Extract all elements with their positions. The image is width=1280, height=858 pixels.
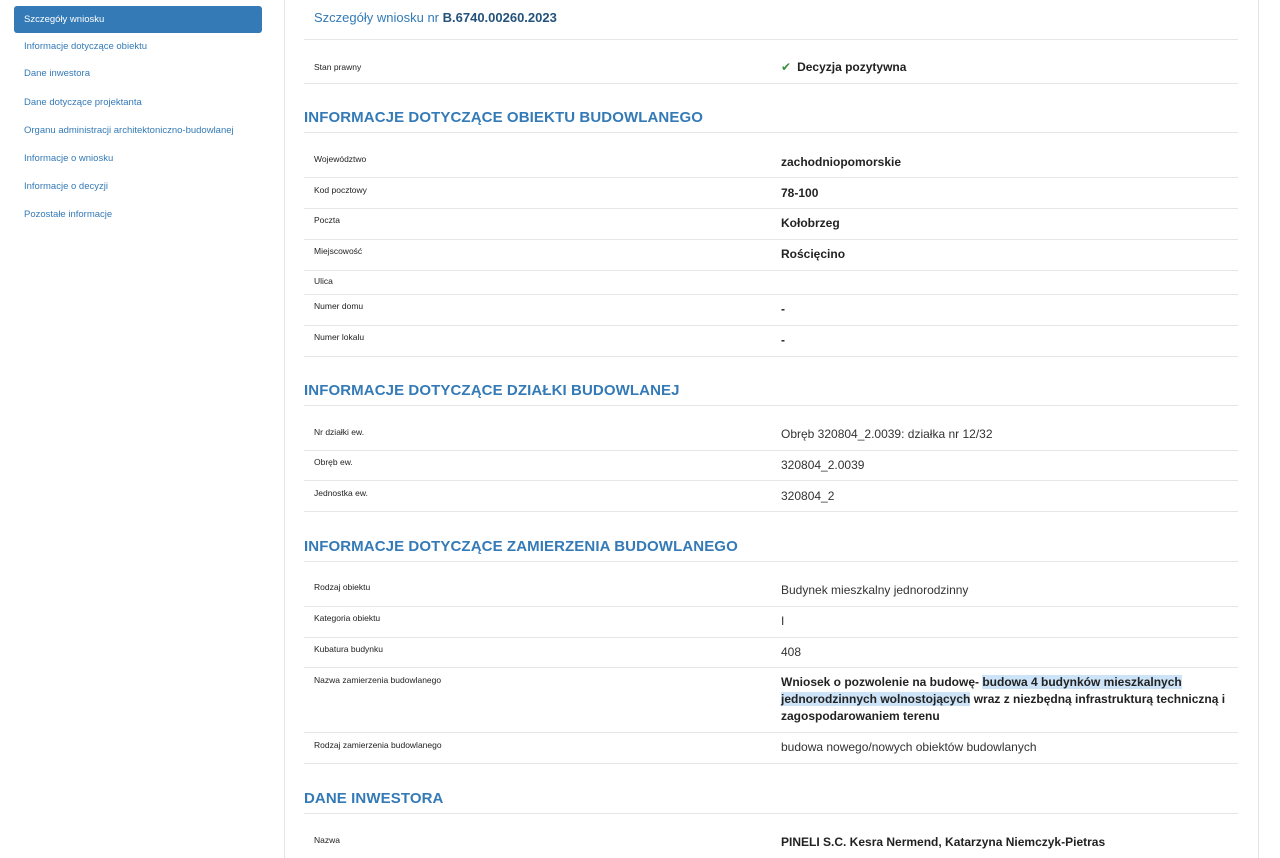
row-value: 78-100 (781, 186, 819, 200)
divider (304, 405, 1238, 406)
divider (304, 208, 1238, 209)
divider (304, 239, 1238, 240)
sidebar-item-application-info[interactable]: Informacje o wniosku (14, 152, 262, 166)
divider (304, 270, 1238, 271)
section-heading-object: INFORMACJE DOTYCZĄCE OBIEKTU BUDOWLANEGO (304, 109, 703, 126)
row-value: 320804_2.0039 (781, 458, 865, 472)
row-label: Nr działki ew. (314, 427, 365, 437)
row-value: Rościęcino (781, 247, 846, 261)
row-label: Miejscowość (314, 246, 363, 256)
section-heading-project: INFORMACJE DOTYCZĄCE ZAMIERZENIA BUDOWLA… (304, 538, 738, 555)
application-number: B.6740.00260.2023 (442, 10, 557, 25)
row-value: zachodniopomorskie (781, 155, 902, 169)
row-label: Rodzaj zamierzenia budowlanego (314, 740, 442, 750)
divider (304, 667, 1238, 668)
divider (304, 637, 1238, 638)
divider (304, 294, 1238, 295)
divider (304, 132, 1238, 133)
divider (304, 763, 1238, 764)
divider (304, 450, 1238, 451)
row-label: Kategoria obiektu (314, 613, 381, 623)
divider (304, 511, 1238, 512)
sidebar: Szczegóły wniosku Informacje dotyczące o… (0, 0, 284, 858)
sidebar-item-investor[interactable]: Dane inwestora (14, 67, 262, 81)
row-value: 320804_2 (781, 489, 835, 503)
row-value: - (781, 302, 785, 316)
divider (304, 325, 1238, 326)
row-value: Kołobrzeg (781, 216, 840, 230)
row-label: Jednostka ew. (314, 488, 368, 498)
row-value: Budynek mieszkalny jednorodzinny (781, 583, 969, 597)
sidebar-item-application-details[interactable]: Szczegóły wniosku (14, 6, 262, 33)
row-value: Obręb 320804_2.0039: działka nr 12/32 (781, 427, 993, 441)
divider (304, 83, 1238, 84)
row-label: Rodzaj obiektu (314, 582, 371, 592)
sidebar-item-other-info[interactable]: Pozostałe informacje (14, 208, 262, 222)
content-right-border (1258, 0, 1259, 858)
row-label: Kod pocztowy (314, 185, 367, 195)
divider (304, 177, 1238, 178)
row-label: Województwo (314, 154, 367, 164)
sidebar-item-decision-info[interactable]: Informacje o decyzji (14, 180, 262, 194)
row-label: Numer lokalu (314, 332, 365, 342)
sidebar-item-designer[interactable]: Dane dotyczące projektanta (14, 96, 262, 110)
page-title-prefix: Szczegóły wniosku nr (314, 10, 443, 25)
row-label: Kubatura budynku (314, 644, 383, 654)
row-label: Nazwa zamierzenia budowlanego (314, 675, 442, 685)
sidebar-item-authority[interactable]: Organu administracji architektoniczno-bu… (14, 124, 262, 138)
status-text: Decyzja pozytywna (797, 60, 907, 74)
row-label: Poczta (314, 215, 340, 225)
sidebar-divider (284, 0, 285, 858)
divider (304, 606, 1238, 607)
sidebar-item-object-info[interactable]: Informacje dotyczące obiektu (14, 40, 262, 54)
divider (304, 732, 1238, 733)
row-label: Ulica (314, 276, 333, 286)
status-value: ✔ Decyzja pozytywna (781, 60, 906, 74)
project-name-part1: Wniosek o pozwolenie na budowę- (781, 675, 983, 689)
divider (304, 356, 1238, 357)
section-heading-investor: DANE INWESTORA (304, 790, 444, 807)
project-name-value: Wniosek o pozwolenie na budowę- budowa 4… (781, 674, 1231, 725)
page-title: Szczegóły wniosku nr B.6740.00260.2023 (314, 10, 557, 25)
divider (304, 813, 1238, 814)
section-heading-plot: INFORMACJE DOTYCZĄCE DZIAŁKI BUDOWLANEJ (304, 382, 680, 399)
divider (304, 480, 1238, 481)
row-value: I (781, 614, 785, 628)
divider (304, 39, 1238, 40)
row-value: 408 (781, 645, 802, 659)
check-icon: ✔ (781, 60, 792, 74)
row-value: PINELI S.C. Kesra Nermend, Katarzyna Nie… (781, 835, 1106, 849)
status-label: Stan prawny (314, 62, 362, 72)
row-label: Nazwa (314, 835, 340, 845)
divider (304, 561, 1238, 562)
row-value: budowa nowego/nowych obiektów budowlanyc… (781, 740, 1037, 754)
row-value: - (781, 333, 785, 347)
row-label: Numer domu (314, 301, 364, 311)
row-label: Obręb ew. (314, 457, 353, 467)
